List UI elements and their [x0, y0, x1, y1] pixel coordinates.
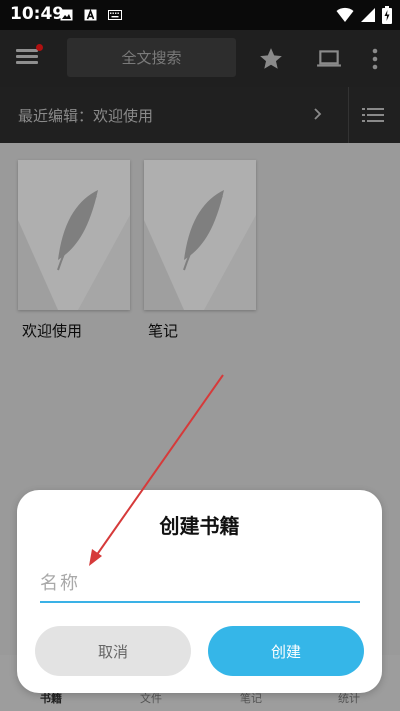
- keyboard-icon: [108, 10, 122, 20]
- dialog-title: 创建书籍: [159, 514, 240, 538]
- star-icon[interactable]: [258, 46, 284, 72]
- divider: [348, 87, 349, 143]
- chevron-right-icon[interactable]: [310, 105, 324, 123]
- menu-icon-line: [16, 61, 38, 64]
- create-book-dialog: 创建书籍 取消 创建: [17, 490, 382, 693]
- search-placeholder: 全文搜索: [121, 49, 182, 67]
- notification-dot: [36, 44, 43, 51]
- book-cover[interactable]: [18, 160, 130, 310]
- signal-icon: [361, 8, 375, 22]
- name-input[interactable]: [40, 565, 360, 603]
- image-icon: [60, 9, 73, 21]
- more-vert-icon[interactable]: [366, 46, 384, 72]
- feather-icon: [18, 160, 130, 310]
- book-cover[interactable]: [144, 160, 256, 310]
- status-time: 10:49: [10, 4, 65, 24]
- book-title[interactable]: 欢迎使用: [22, 320, 82, 341]
- cancel-button[interactable]: 取消: [35, 626, 191, 676]
- menu-button[interactable]: [16, 44, 46, 72]
- search-button[interactable]: 全文搜索: [67, 38, 236, 77]
- battery-charging-icon: [382, 6, 392, 24]
- menu-icon-line: [16, 49, 38, 52]
- menu-icon-line: [16, 55, 38, 58]
- laptop-icon[interactable]: [316, 46, 342, 72]
- book-title[interactable]: 笔记: [148, 320, 178, 341]
- a-icon: [84, 9, 97, 21]
- wifi-icon: [336, 7, 354, 22]
- create-button[interactable]: 创建: [208, 626, 364, 676]
- feather-icon: [144, 160, 256, 310]
- recent-edit-label: 最近编辑：欢迎使用: [18, 107, 154, 125]
- top-toolbar: 全文搜索: [0, 30, 400, 87]
- recent-edit-bar[interactable]: 最近编辑：欢迎使用: [0, 87, 400, 143]
- list-view-icon[interactable]: [362, 106, 384, 124]
- status-bar: 10:49: [0, 0, 400, 30]
